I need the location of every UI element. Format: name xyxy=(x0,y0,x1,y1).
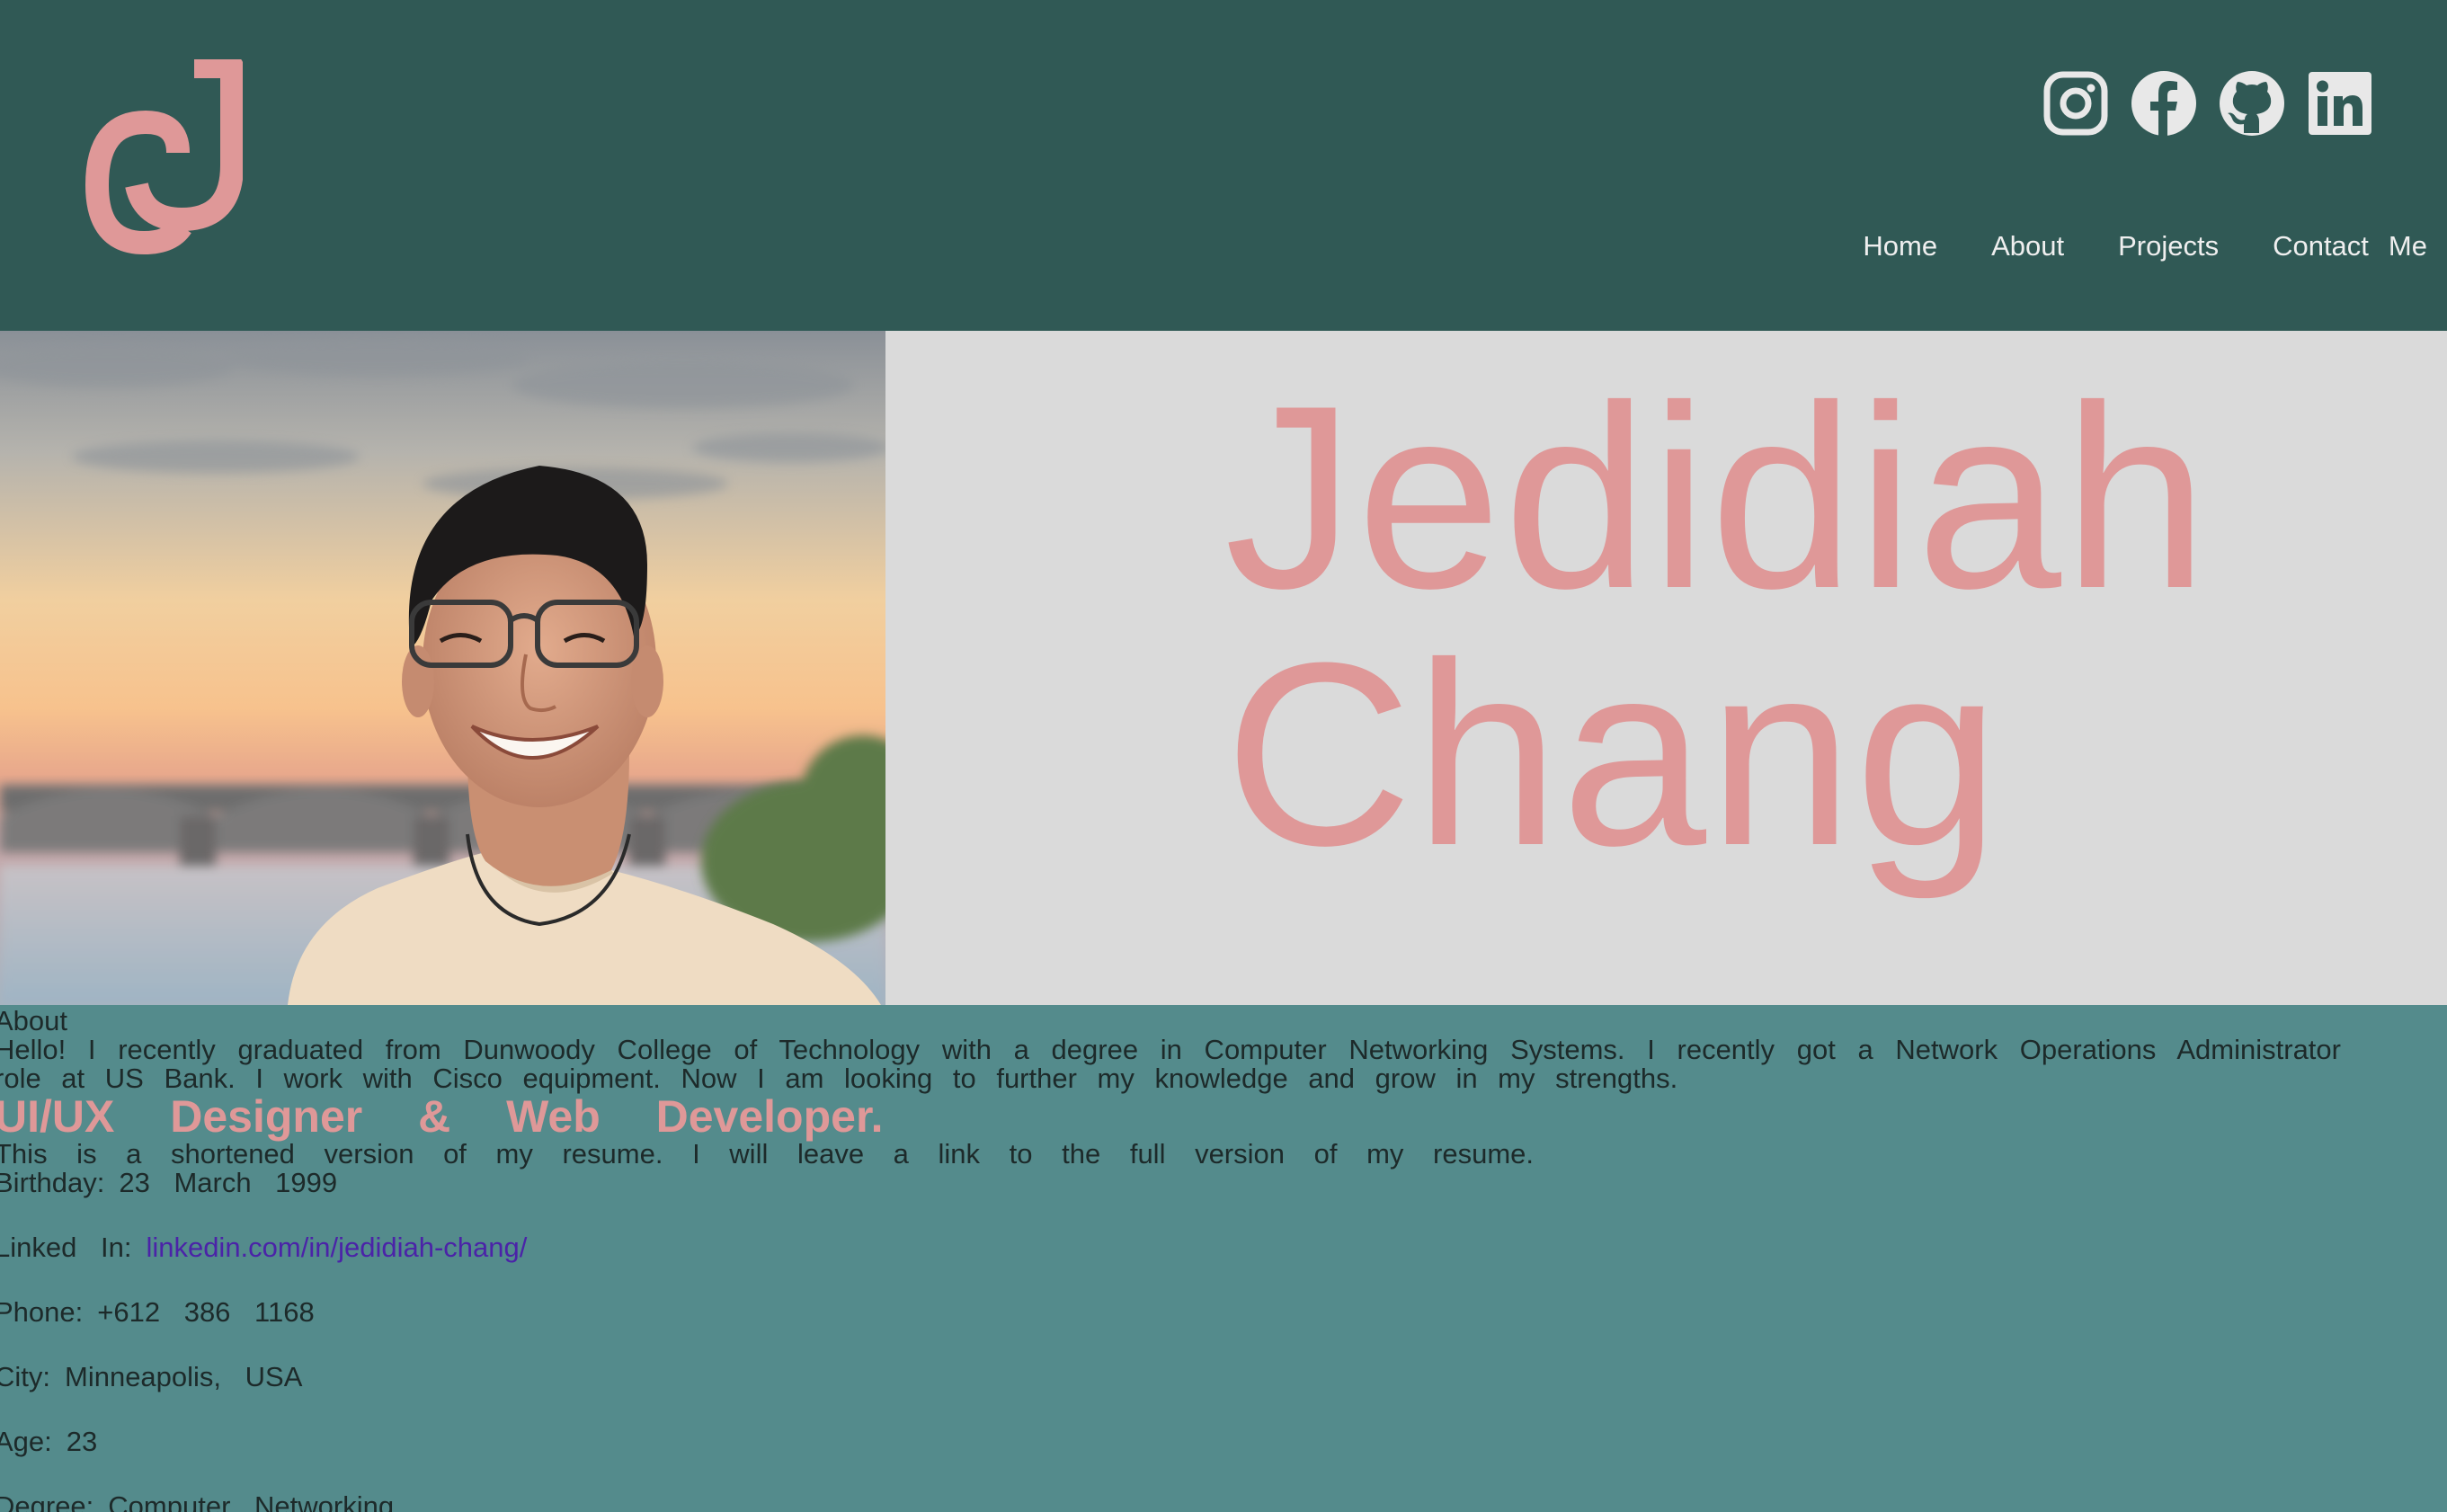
about-intro: Hello! I recently graduated from Dunwood… xyxy=(0,1034,2341,1094)
info-age: Age: 23 xyxy=(0,1428,2447,1492)
nav-contact[interactable]: Contact xyxy=(2273,230,2369,262)
info-value: 23 March 1999 xyxy=(119,1167,338,1198)
nav-me[interactable]: Me xyxy=(2389,230,2427,262)
jc-monogram-logo[interactable] xyxy=(81,55,244,257)
resume-note: This is a shortened version of my resume… xyxy=(0,1138,1534,1170)
info-value: Computer Networking xyxy=(108,1490,395,1512)
nav-about[interactable]: About xyxy=(1991,230,2064,262)
info-birthday: Birthday: 23 March 1999 xyxy=(0,1169,2447,1233)
hero-name: Jedidiah Chang xyxy=(1224,351,2211,900)
linkedin-icon[interactable] xyxy=(2305,68,2375,138)
about-section: About Hello! I recently graduated from D… xyxy=(0,1007,2447,1512)
info-label: Birthday: xyxy=(0,1167,105,1198)
about-heading: About xyxy=(0,1005,68,1036)
info-value: Minneapolis, USA xyxy=(65,1361,303,1392)
hero-last-name: Chang xyxy=(1224,609,2002,900)
main-nav: Home About Projects Contact Me xyxy=(1809,230,2427,262)
info-degree: Degree: Computer Networking xyxy=(0,1492,2447,1512)
info-label: Phone: xyxy=(0,1296,84,1328)
nav-projects[interactable]: Projects xyxy=(2118,230,2219,262)
site-header: Home About Projects Contact Me xyxy=(0,0,2447,331)
info-value: 23 xyxy=(66,1426,98,1457)
info-label: Age: xyxy=(0,1426,52,1457)
hero-section: Jedidiah Chang xyxy=(0,331,2447,1005)
facebook-icon[interactable] xyxy=(2129,68,2199,138)
role-title: UI/UX Designer & Web Developer. xyxy=(0,1091,884,1142)
info-linkedin: Linked In: linkedin.com/in/jedidiah-chang… xyxy=(0,1233,2447,1298)
linkedin-link[interactable]: linkedin.com/in/jedidiah-chang/ xyxy=(146,1232,527,1263)
info-label: Linked In: xyxy=(0,1232,132,1263)
info-city: City: Minneapolis, USA xyxy=(0,1363,2447,1428)
info-label: Degree: xyxy=(0,1490,94,1512)
github-icon[interactable] xyxy=(2217,68,2287,138)
info-phone: Phone: +612 386 1168 xyxy=(0,1298,2447,1363)
info-list: Birthday: 23 March 1999 Linked In: linkedi… xyxy=(0,1169,2447,1512)
nav-home[interactable]: Home xyxy=(1863,230,1937,262)
social-links xyxy=(2041,68,2375,138)
info-value: +612 386 1168 xyxy=(97,1296,315,1328)
profile-photo xyxy=(0,331,885,1005)
info-label: City: xyxy=(0,1361,50,1392)
instagram-icon[interactable] xyxy=(2041,68,2111,138)
hero-first-name: Jedidiah xyxy=(1224,351,2211,643)
